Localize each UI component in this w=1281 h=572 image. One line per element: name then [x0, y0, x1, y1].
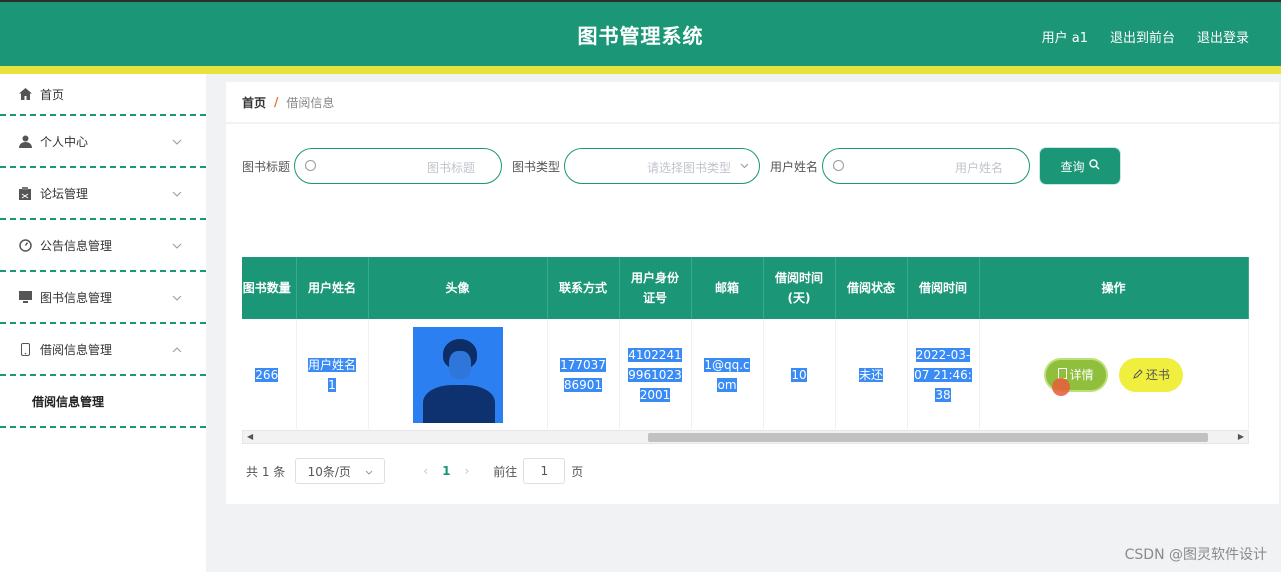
book-type-select[interactable]: 请选择图书类型 [564, 148, 761, 184]
sidebar-item-label: 借阅信息管理 [40, 342, 113, 357]
chevron-down-icon [740, 159, 749, 172]
goto-label: 前往 [493, 464, 518, 479]
query-button-label: 查询 [1060, 159, 1085, 174]
table-header-row: 图书数量 用户姓名 头像 联系方式 用户身份证号 邮箱 借阅时间(天) 借阅状态… [242, 257, 1249, 319]
status-cell: 未还 [858, 367, 883, 382]
sidebar-item-label: 个人中心 [40, 134, 89, 149]
chevron-down-icon [172, 135, 184, 147]
sidebar-item-label: 首页 [40, 87, 65, 102]
column-header: 图书数量 [242, 257, 297, 319]
page-size-value: 10条/页 [307, 464, 351, 479]
sidebar-item-forum[interactable]: 论坛管理 [0, 168, 206, 220]
avatar [412, 326, 503, 423]
book-title-label: 图书标题 [242, 159, 291, 174]
goto-page-value: 1 [540, 464, 549, 478]
phone-icon [18, 342, 32, 356]
sidebar-item-books[interactable]: 图书信息管理 [0, 272, 206, 324]
book-type-label: 图书类型 [512, 159, 561, 174]
sidebar-item-home[interactable]: 首页 [0, 74, 206, 116]
book-title-placeholder: 图书标题 [427, 161, 476, 175]
sidebar-item-label: 公告信息管理 [40, 238, 113, 253]
search-icon [1088, 159, 1100, 173]
cursor-click-indicator [1052, 378, 1070, 396]
table-horizontal-scrollbar[interactable]: ◀ ▶ [242, 430, 1249, 444]
watermark: CSDN @图灵软件设计 [1124, 547, 1267, 563]
column-header: 用户姓名 [296, 257, 369, 319]
search-form: 图书标题 图书标题 图书类型 请选择图书类型 用户姓名 用户姓名 查询 [242, 148, 1121, 184]
scroll-left-icon[interactable]: ◀ [247, 431, 253, 443]
total-count: 共 1 条 [246, 464, 286, 479]
content-panel: 图书标题 图书标题 图书类型 请选择图书类型 用户姓名 用户姓名 查询 图书数量… [226, 124, 1279, 504]
borrow-time-cell: 2022-03-07 21:46:38 [914, 347, 972, 402]
column-header: 头像 [368, 257, 548, 319]
borrow-days-cell: 10 [791, 367, 807, 382]
page-unit-label: 页 [571, 464, 584, 479]
current-user: 用户 a1 [1041, 31, 1088, 46]
dashboard-icon [18, 238, 32, 252]
chevron-down-icon [365, 464, 373, 478]
book-title-input[interactable]: 图书标题 [294, 148, 503, 184]
chevron-down-icon [172, 187, 184, 199]
pagination: 共 1 条 10条/页 ‹ 1 › 前往 1 页 [246, 458, 583, 484]
next-page-button[interactable]: › [464, 464, 469, 478]
sidebar-subitem-borrow-manage[interactable]: 借阅信息管理 [0, 376, 206, 428]
scrollbar-thumb[interactable] [648, 433, 1208, 442]
clipboard-icon [18, 186, 32, 200]
main-content: 首页 / 借阅信息 图书标题 图书标题 图书类型 请选择图书类型 用户姓名 用户… [206, 74, 1281, 572]
column-header: 借阅状态 [835, 257, 908, 319]
goto-page-input[interactable]: 1 [523, 458, 566, 484]
breadcrumb-current: 借阅信息 [286, 95, 335, 110]
column-header: 用户身份证号 [619, 257, 692, 319]
column-header: 借阅时间(天) [763, 257, 836, 319]
edit-icon [1133, 368, 1143, 382]
column-header: 操作 [979, 257, 1249, 319]
page-number[interactable]: 1 [442, 464, 450, 478]
chevron-up-icon [172, 343, 184, 355]
query-button[interactable]: 查询 [1040, 148, 1121, 184]
header-actions: 用户 a1 退出到前台 退出登录 [1042, 27, 1249, 46]
idcard-cell: 410224199610232001 [628, 347, 682, 402]
user-name-placeholder: 用户姓名 [955, 161, 1004, 175]
header-accent-bar [0, 66, 1281, 74]
page-size-select[interactable]: 10条/页 [295, 458, 386, 484]
breadcrumb-separator: / [274, 95, 279, 109]
search-icon [833, 160, 845, 171]
return-book-button[interactable]: 还书 [1119, 357, 1184, 392]
sidebar-item-borrow[interactable]: 借阅信息管理 [0, 324, 206, 376]
exit-to-front-link[interactable]: 退出到前台 [1110, 27, 1175, 46]
monitor-icon [18, 290, 32, 304]
sidebar-item-notice[interactable]: 公告信息管理 [0, 220, 206, 272]
table-row: 266 用户姓名1 17703786901 410224199610232001… [242, 319, 1249, 429]
home-icon [18, 87, 32, 101]
scroll-right-icon[interactable]: ▶ [1238, 431, 1244, 443]
column-header: 联系方式 [547, 257, 620, 319]
return-button-label: 还书 [1145, 368, 1170, 383]
sidebar-item-label: 图书信息管理 [40, 290, 113, 305]
prev-page-button[interactable]: ‹ [423, 464, 428, 478]
detail-button-label: 详情 [1069, 368, 1094, 383]
search-icon [305, 160, 317, 171]
user-name-cell: 用户姓名1 [307, 357, 356, 392]
breadcrumb: 首页 / 借阅信息 [226, 82, 1279, 122]
borrow-table: 图书数量 用户姓名 头像 联系方式 用户身份证号 邮箱 借阅时间(天) 借阅状态… [242, 257, 1249, 429]
top-header: 图书管理系统 用户 a1 退出到前台 退出登录 [0, 0, 1281, 68]
sidebar-item-personal-center[interactable]: 个人中心 [0, 116, 206, 168]
email-cell: 1@qq.com [704, 357, 750, 392]
user-name-input[interactable]: 用户姓名 [822, 148, 1031, 184]
chevron-down-icon [172, 291, 184, 303]
column-header: 借阅时间 [907, 257, 980, 319]
logout-link[interactable]: 退出登录 [1197, 27, 1249, 46]
sidebar: 首页 个人中心 论坛管理 公告信息管理 图书信息管理 借阅信息管理 借阅信息管理 [0, 74, 206, 572]
user-icon [18, 134, 32, 148]
book-type-placeholder: 请选择图书类型 [647, 161, 732, 175]
column-header: 邮箱 [691, 257, 764, 319]
phone-cell: 17703786901 [560, 357, 606, 392]
sidebar-item-label: 论坛管理 [40, 186, 89, 201]
chevron-down-icon [172, 239, 184, 251]
book-count-cell: 266 [255, 367, 279, 382]
user-name-label: 用户姓名 [770, 159, 819, 174]
breadcrumb-home[interactable]: 首页 [242, 94, 266, 111]
